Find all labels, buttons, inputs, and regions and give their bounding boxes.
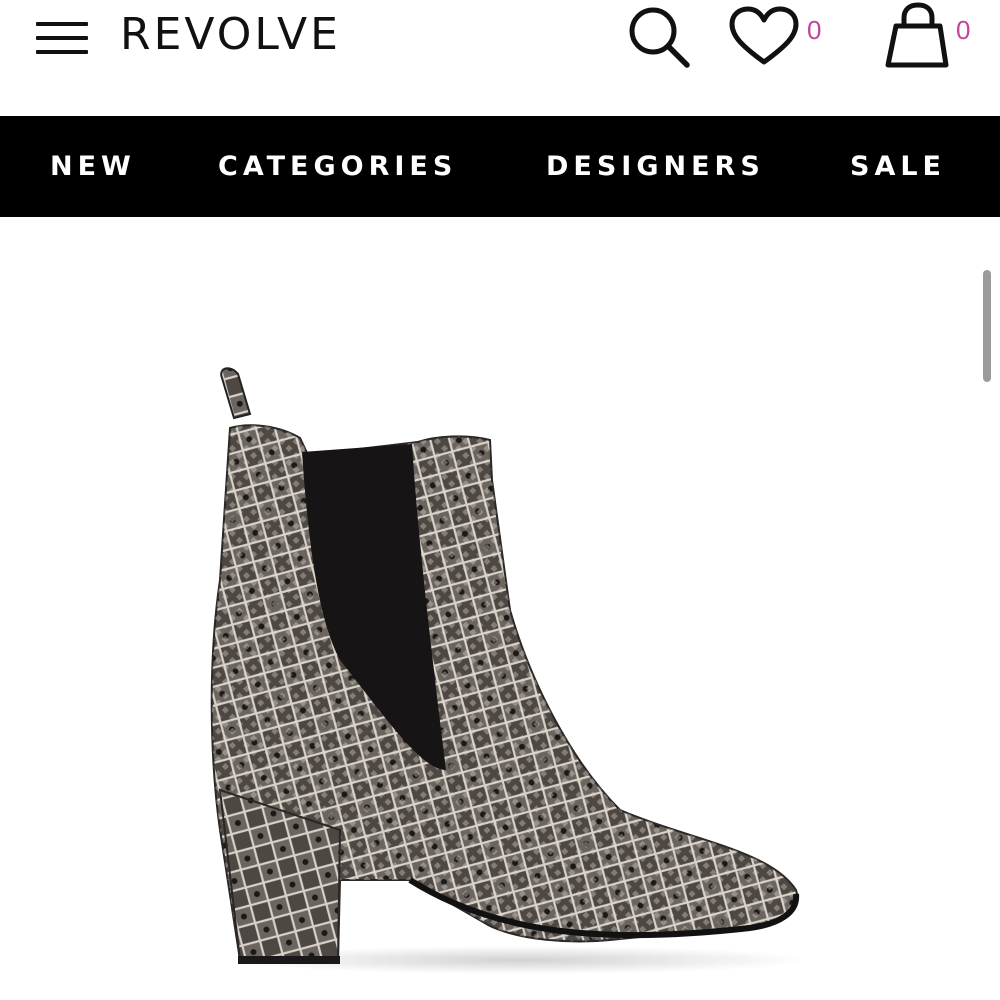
shopping-bag-button[interactable] [882,2,954,70]
site-logo[interactable]: REVOLVE [120,9,341,61]
snakeskin-boot-image [210,367,810,974]
nav-item-categories[interactable]: CATEGORIES [218,150,457,184]
wishlist-button[interactable] [728,6,800,68]
page-scrollbar[interactable] [983,270,991,382]
nav-item-sale[interactable]: SALE [850,150,946,184]
heart-icon [729,6,799,65]
nav-item-new[interactable]: NEW [50,150,136,184]
product-image[interactable] [190,360,820,980]
search-icon [629,7,690,68]
hamburger-menu-icon[interactable] [32,18,92,58]
shopping-bag-icon [885,2,949,68]
main-nav: NEW CATEGORIES DESIGNERS SALE [0,116,1000,217]
nav-item-designers[interactable]: DESIGNERS [546,150,765,184]
wishlist-count-badge: 0 [807,15,822,45]
site-header: REVOLVE 0 0 [0,0,1000,116]
search-button[interactable] [622,4,694,70]
bag-count-badge: 0 [956,15,971,45]
